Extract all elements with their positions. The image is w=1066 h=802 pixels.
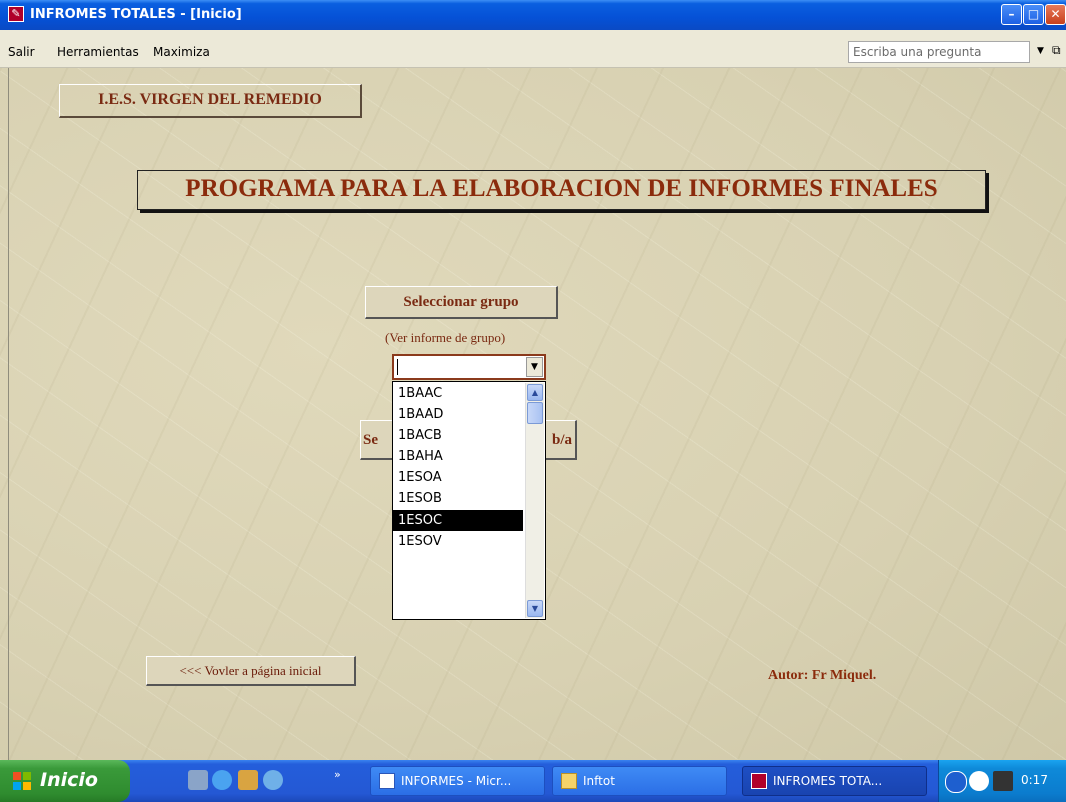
help-question-input[interactable]: Escriba una pregunta	[848, 41, 1030, 63]
list-scrollbar[interactable]: ▲ ▼	[525, 383, 544, 618]
tray-collapse-icon[interactable]	[945, 771, 967, 793]
select-group-button[interactable]: Seleccionar grupo	[365, 286, 558, 319]
system-tray: 0:17	[938, 760, 1066, 802]
school-name-label: I.E.S. VIRGEN DEL REMEDIO	[59, 84, 362, 118]
internet-explorer-icon[interactable]	[212, 770, 232, 790]
select-student-label-right: b/a	[551, 432, 572, 448]
close-button[interactable]: ✕	[1045, 4, 1066, 25]
help-dropdown-icon[interactable]: ▼	[1037, 46, 1044, 56]
taskbar-button-word-label: INFORMES - Micr...	[401, 774, 512, 788]
word-icon	[379, 773, 395, 789]
list-item[interactable]: 1ESOC	[393, 509, 523, 531]
group-combo-box[interactable]: ▼	[392, 354, 546, 380]
taskbar-button-word[interactable]: INFORMES - Micr...	[370, 766, 545, 796]
taskbar-button-access-label: INFROMES TOTA...	[773, 774, 883, 788]
list-item[interactable]: 1BAHA	[393, 446, 523, 467]
window-title: INFROMES TOTALES - [Inicio]	[30, 7, 242, 22]
access-app-icon[interactable]: ✎	[8, 6, 24, 22]
clock: 0:17	[1021, 773, 1048, 787]
access-icon	[751, 773, 767, 789]
list-item[interactable]: 1ESOA	[393, 467, 523, 488]
scroll-down-button[interactable]: ▼	[527, 600, 543, 617]
select-student-label-left: Se	[363, 432, 378, 448]
taskbar: Inicio » INFORMES - Micr... Inftot INFRO…	[0, 760, 1066, 802]
start-button[interactable]: Inicio	[0, 760, 130, 802]
folder-icon	[561, 773, 577, 789]
show-desktop-icon[interactable]	[188, 770, 208, 790]
group-dropdown-list[interactable]: 1BAAC 1BAAD 1BACB 1BAHA 1ESOA 1ESOB 1ESOC 1ESOV…	[392, 381, 546, 620]
list-item[interactable]: 1BAAC	[393, 383, 523, 404]
text-caret	[397, 359, 398, 375]
list-item[interactable]: 1BACB	[393, 425, 523, 446]
select-student-button[interactable]: Se b/a	[360, 420, 577, 460]
maximize-button[interactable]: □	[1023, 4, 1044, 25]
media-player-icon[interactable]	[238, 770, 258, 790]
quicklaunch-expand-icon[interactable]: »	[334, 768, 341, 781]
tray-app-icon[interactable]	[993, 771, 1013, 791]
taskbar-button-access[interactable]: INFROMES TOTA...	[742, 766, 927, 796]
form-area: I.E.S. VIRGEN DEL REMEDIO PROGRAMA PARA …	[0, 68, 1066, 760]
panda-antivirus-icon[interactable]	[969, 771, 989, 791]
list-item[interactable]: 1BAAD	[393, 404, 523, 425]
back-to-start-button[interactable]: <<< Vovler a página inicial	[146, 656, 356, 686]
scroll-up-button[interactable]: ▲	[527, 384, 543, 401]
list-item[interactable]: 1ESOV	[393, 531, 523, 552]
window-title-bar[interactable]: ✎ INFROMES TOTALES - [Inicio] – □ ✕	[0, 0, 1066, 30]
group-hint-label: (Ver informe de grupo)	[385, 330, 506, 345]
windows-flag-icon	[13, 772, 31, 790]
taskbar-button-folder[interactable]: Inftot	[552, 766, 727, 796]
menu-maximiza[interactable]: Maximiza	[153, 45, 210, 59]
scroll-thumb[interactable]	[527, 402, 543, 424]
taskbar-button-folder-label: Inftot	[583, 774, 615, 788]
start-label: Inicio	[40, 769, 98, 791]
outlook-express-icon[interactable]	[263, 770, 283, 790]
restore-window-icon[interactable]: ⧉	[1052, 43, 1061, 58]
list-item[interactable]: 1ESOB	[393, 488, 523, 509]
main-title: PROGRAMA PARA LA ELABORACION DE INFORMES…	[137, 170, 986, 210]
minimize-button[interactable]: –	[1001, 4, 1022, 25]
author-label: Autor: Fr Miquel.	[768, 668, 877, 683]
menu-salir[interactable]: Salir	[8, 45, 35, 59]
combo-dropdown-button[interactable]: ▼	[526, 357, 543, 377]
menu-herramientas[interactable]: Herramientas	[57, 45, 139, 59]
